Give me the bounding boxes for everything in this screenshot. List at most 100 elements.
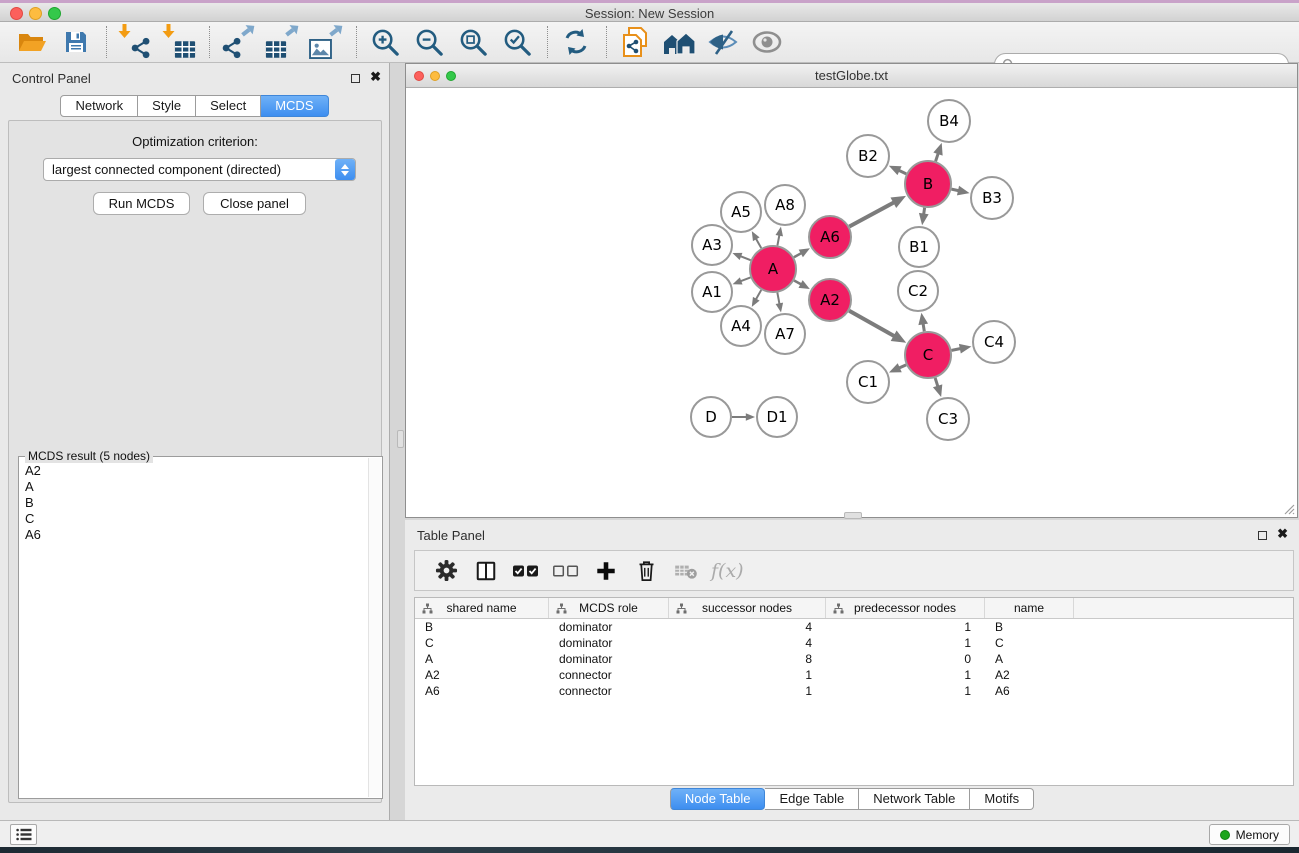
- cell-mcds-role[interactable]: dominator: [549, 619, 669, 635]
- network-edge[interactable]: [899, 365, 906, 368]
- cell-shared-name[interactable]: A6: [415, 683, 549, 699]
- cell-shared-name[interactable]: C: [415, 635, 549, 651]
- splitter-grip-vertical[interactable]: [397, 430, 404, 448]
- column-header-successor-nodes[interactable]: successor nodes: [669, 598, 826, 618]
- deselect-checkbox-icon[interactable]: [551, 556, 581, 586]
- eye-slash-icon[interactable]: [705, 24, 741, 60]
- run-mcds-button[interactable]: Run MCDS: [93, 192, 190, 215]
- tab-network[interactable]: Network: [60, 95, 138, 117]
- import-network-icon[interactable]: [117, 24, 153, 60]
- cell-predecessor-nodes[interactable]: 1: [826, 683, 985, 699]
- cell-predecessor-nodes[interactable]: 1: [826, 635, 985, 651]
- float-panel-icon[interactable]: [351, 74, 360, 83]
- network-canvas[interactable]: B4B2BB3A5A8A6A3AB1A1C2A4A7A2CC4C1C3DD1: [406, 88, 1297, 517]
- column-header-mcds-role[interactable]: MCDS role: [549, 598, 669, 618]
- table-row[interactable]: Bdominator41B: [415, 619, 1293, 635]
- save-floppy-icon[interactable]: [58, 24, 94, 60]
- column-header-name[interactable]: name: [985, 598, 1074, 618]
- network-edge[interactable]: [794, 253, 802, 257]
- close-table-panel-icon[interactable]: ✖: [1277, 526, 1288, 542]
- network-edge[interactable]: [951, 189, 959, 191]
- result-item[interactable]: A: [25, 479, 362, 495]
- tab-style[interactable]: Style: [138, 95, 196, 117]
- cell-predecessor-nodes[interactable]: 1: [826, 619, 985, 635]
- open-folder-icon[interactable]: [14, 24, 50, 60]
- cell-name[interactable]: C: [985, 635, 1074, 651]
- network-edge[interactable]: [777, 235, 779, 246]
- document-network-icon[interactable]: [617, 24, 653, 60]
- column-header-predecessor-nodes[interactable]: predecessor nodes: [826, 598, 985, 618]
- zoom-out-icon[interactable]: [411, 24, 447, 60]
- tab-node-table[interactable]: Node Table: [670, 788, 766, 810]
- tab-mcds[interactable]: MCDS: [261, 95, 328, 117]
- double-home-icon[interactable]: [661, 24, 697, 60]
- cell-mcds-role[interactable]: dominator: [549, 651, 669, 667]
- export-image-icon[interactable]: [308, 24, 344, 60]
- result-scrollbar[interactable]: [368, 458, 381, 797]
- cell-successor-nodes[interactable]: 1: [669, 683, 826, 699]
- cell-successor-nodes[interactable]: 1: [669, 667, 826, 683]
- splitter-grip-horizontal[interactable]: [844, 512, 862, 519]
- network-edge[interactable]: [740, 277, 750, 281]
- table-row[interactable]: Adominator80A: [415, 651, 1293, 667]
- cell-shared-name[interactable]: A: [415, 651, 549, 667]
- memory-button[interactable]: Memory: [1209, 824, 1290, 845]
- tab-motifs[interactable]: Motifs: [970, 788, 1034, 810]
- network-edge[interactable]: [849, 311, 894, 336]
- cell-shared-name[interactable]: B: [415, 619, 549, 635]
- network-window-titlebar[interactable]: testGlobe.txt: [406, 64, 1297, 88]
- network-edge[interactable]: [936, 153, 939, 161]
- eye-icon[interactable]: [749, 24, 785, 60]
- cell-predecessor-nodes[interactable]: 0: [826, 651, 985, 667]
- optimization-criterion-select[interactable]: largest connected component (directed): [43, 158, 356, 181]
- cell-successor-nodes[interactable]: 4: [669, 635, 826, 651]
- tab-network-table[interactable]: Network Table: [859, 788, 970, 810]
- network-edge[interactable]: [756, 238, 761, 248]
- resize-grip-icon[interactable]: [1283, 503, 1295, 515]
- network-edge[interactable]: [756, 290, 761, 300]
- network-edge[interactable]: [849, 202, 894, 226]
- import-table-icon[interactable]: [161, 24, 197, 60]
- cell-name[interactable]: A6: [985, 683, 1074, 699]
- tab-select[interactable]: Select: [196, 95, 261, 117]
- float-table-panel-icon[interactable]: [1258, 531, 1267, 540]
- add-column-icon[interactable]: [591, 556, 621, 586]
- cell-name[interactable]: A: [985, 651, 1074, 667]
- select-stepper-icon[interactable]: [335, 159, 355, 180]
- gear-icon[interactable]: [431, 556, 461, 586]
- network-edge[interactable]: [952, 349, 961, 351]
- network-edge[interactable]: [794, 280, 801, 284]
- cell-name[interactable]: B: [985, 619, 1074, 635]
- cell-successor-nodes[interactable]: 8: [669, 651, 826, 667]
- network-edge[interactable]: [740, 256, 751, 260]
- cell-name[interactable]: A2: [985, 667, 1074, 683]
- zoom-fit-icon[interactable]: [455, 24, 491, 60]
- task-history-button[interactable]: [10, 824, 37, 845]
- zoom-in-icon[interactable]: [367, 24, 403, 60]
- column-header-shared-name[interactable]: shared name: [415, 598, 549, 618]
- export-network-icon[interactable]: [220, 24, 256, 60]
- trash-icon[interactable]: [631, 556, 661, 586]
- close-panel-icon[interactable]: ✖: [370, 69, 381, 85]
- network-edge[interactable]: [899, 170, 907, 174]
- select-all-checkbox-icon[interactable]: [511, 556, 541, 586]
- zoom-selected-icon[interactable]: [499, 24, 535, 60]
- cell-mcds-role[interactable]: connector: [549, 667, 669, 683]
- result-item[interactable]: C: [25, 511, 362, 527]
- tab-edge-table[interactable]: Edge Table: [765, 788, 859, 810]
- refresh-icon[interactable]: [558, 24, 594, 60]
- network-edge[interactable]: [924, 208, 925, 215]
- network-edge[interactable]: [923, 323, 924, 331]
- close-panel-button[interactable]: Close panel: [203, 192, 306, 215]
- cell-successor-nodes[interactable]: 4: [669, 619, 826, 635]
- table-row[interactable]: A2connector11A2: [415, 667, 1293, 683]
- table-row[interactable]: A6connector11A6: [415, 683, 1293, 699]
- cell-predecessor-nodes[interactable]: 1: [826, 667, 985, 683]
- network-edge[interactable]: [777, 293, 779, 305]
- app-titlebar[interactable]: Session: New Session: [0, 3, 1299, 22]
- result-item[interactable]: B: [25, 495, 362, 511]
- result-item[interactable]: A2: [25, 463, 362, 479]
- table-row[interactable]: Cdominator41C: [415, 635, 1293, 651]
- network-edge[interactable]: [935, 378, 938, 387]
- cell-mcds-role[interactable]: dominator: [549, 635, 669, 651]
